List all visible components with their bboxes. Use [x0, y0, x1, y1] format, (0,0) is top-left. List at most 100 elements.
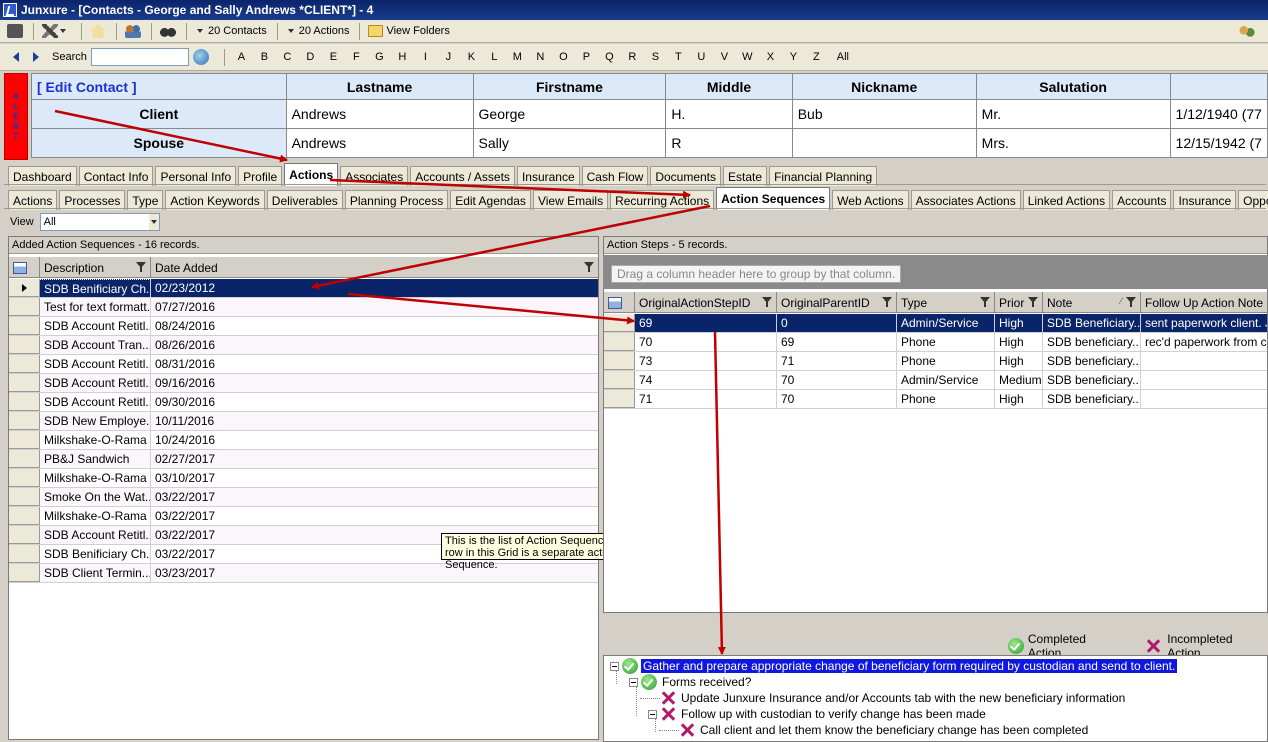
table-row[interactable]: 69 0 Admin/Service High SDB Beneficiary... se…: [604, 314, 1267, 333]
filter-icon[interactable]: [136, 262, 146, 272]
alphabet-letter-i[interactable]: I: [414, 51, 437, 63]
sequence-date-added[interactable]: 02/23/2012: [151, 279, 598, 297]
alphabet-letter-g[interactable]: G: [368, 51, 391, 63]
filter-icon[interactable]: [882, 297, 892, 307]
previous-arrow-icon[interactable]: [13, 52, 19, 62]
step-original-action-step-id[interactable]: 70: [635, 333, 777, 351]
tab-actions[interactable]: Actions: [284, 163, 339, 186]
alphabet-letter-s[interactable]: S: [644, 51, 667, 63]
actions-dropdown[interactable]: 20 Actions: [283, 22, 353, 41]
row-selector[interactable]: [9, 336, 40, 354]
sequence-date-added[interactable]: 02/27/2017: [151, 450, 598, 468]
alphabet-letter-a[interactable]: A: [230, 51, 253, 63]
tree-node-follow-up-custodian[interactable]: Follow up with custodian to verify chang…: [648, 706, 988, 722]
step-original-parent-id[interactable]: 70: [777, 390, 897, 408]
tab-estate[interactable]: Estate: [723, 166, 768, 186]
sequence-date-added[interactable]: 08/26/2016: [151, 336, 598, 354]
step-note[interactable]: SDB Beneficiary...: [1043, 314, 1141, 332]
alphabet-letter-f[interactable]: F: [345, 51, 368, 63]
camera-button[interactable]: [4, 22, 26, 41]
step-follow-up-note[interactable]: [1141, 371, 1267, 389]
sequence-description[interactable]: Milkshake-O-Rama: [40, 507, 151, 525]
filter-icon[interactable]: [1028, 297, 1038, 307]
client-dob[interactable]: 1/12/1940 (77: [1169, 99, 1268, 129]
row-selector[interactable]: [9, 488, 40, 506]
row-selector[interactable]: [9, 507, 40, 525]
step-type[interactable]: Admin/Service: [897, 371, 995, 389]
subtab-action-sequences[interactable]: Action Sequences: [716, 187, 831, 210]
table-row[interactable]: SDB Client Termin... 03/23/2017: [9, 564, 598, 583]
step-note[interactable]: SDB beneficiary...: [1043, 352, 1141, 370]
people-button[interactable]: [122, 22, 144, 41]
alphabet-letter-n[interactable]: N: [529, 51, 552, 63]
table-row[interactable]: SDB Account Tran... 08/26/2016: [9, 336, 598, 355]
sequence-description[interactable]: SDB Account Retitl...: [40, 317, 151, 335]
step-note[interactable]: SDB beneficiary...: [1043, 390, 1141, 408]
tab-insurance[interactable]: Insurance: [516, 166, 580, 186]
row-selector[interactable]: [9, 564, 40, 582]
subtab-recurring-actions[interactable]: Recurring Actions: [610, 190, 715, 210]
table-row[interactable]: SDB New Employe... 10/11/2016: [9, 412, 598, 431]
step-priority[interactable]: High: [995, 390, 1043, 408]
filter-icon[interactable]: [1126, 297, 1136, 307]
step-original-parent-id[interactable]: 0: [777, 314, 897, 332]
row-selector[interactable]: [9, 412, 40, 430]
sequence-description[interactable]: SDB Client Termin...: [40, 564, 151, 582]
step-original-action-step-id[interactable]: 73: [635, 352, 777, 370]
subtab-type[interactable]: Type: [127, 190, 164, 210]
sequence-description[interactable]: SDB Account Tran...: [40, 336, 151, 354]
sequence-date-added[interactable]: 03/23/2017: [151, 564, 598, 582]
chevron-down-icon[interactable]: [148, 214, 159, 230]
tools-button[interactable]: [39, 22, 74, 41]
table-row[interactable]: Test for text formatt... 07/27/2016: [9, 298, 598, 317]
view-select[interactable]: All: [39, 213, 160, 231]
filter-icon[interactable]: [584, 262, 594, 272]
subtab-planning-process[interactable]: Planning Process: [344, 190, 449, 210]
client-lastname[interactable]: Andrews: [285, 99, 474, 129]
table-row[interactable]: 74 70 Admin/Service Medium SDB beneficiary..…: [604, 371, 1267, 390]
row-selector[interactable]: [604, 333, 635, 351]
subtab-action-keywords[interactable]: Action Keywords: [165, 190, 265, 210]
tab-contact-info[interactable]: Contact Info: [78, 166, 154, 186]
table-row[interactable]: 71 70 Phone High SDB beneficiary...: [604, 390, 1267, 409]
tab-accounts-assets[interactable]: Accounts / Assets: [410, 166, 515, 186]
sequence-description[interactable]: Milkshake-O-Rama: [40, 431, 151, 449]
link-contacts-button[interactable]: [1236, 22, 1258, 41]
row-selector[interactable]: [9, 317, 40, 335]
tab-associates[interactable]: Associates: [340, 166, 409, 186]
step-original-parent-id[interactable]: 70: [777, 371, 897, 389]
tree-node-call-client[interactable]: Call client and let them know the benefi…: [679, 722, 1090, 738]
alphabet-letter-b[interactable]: B: [253, 51, 276, 63]
column-chooser-button[interactable]: [9, 257, 40, 278]
table-row[interactable]: 73 71 Phone High SDB beneficiary...: [604, 352, 1267, 371]
tab-profile[interactable]: Profile: [238, 166, 283, 186]
col-header-follow-up-note[interactable]: Follow Up Action Note: [1141, 292, 1267, 313]
tree-node-root[interactable]: Gather and prepare appropriate change of…: [610, 658, 1178, 674]
collapse-icon[interactable]: [610, 661, 619, 671]
step-type[interactable]: Phone: [897, 390, 995, 408]
contacts-dropdown[interactable]: 20 Contacts: [192, 22, 270, 41]
sequence-description[interactable]: SDB Account Retitl...: [40, 355, 151, 373]
alphabet-letter-c[interactable]: C: [276, 51, 299, 63]
row-selector[interactable]: [604, 352, 635, 370]
table-row[interactable]: Milkshake-O-Rama 10/24/2016: [9, 431, 598, 450]
sequence-date-added[interactable]: 03/10/2017: [151, 469, 598, 487]
subtab-associates-actions[interactable]: Associates Actions: [910, 190, 1021, 210]
collapse-icon[interactable]: [629, 677, 638, 687]
subtab-insurance[interactable]: Insurance: [1173, 190, 1237, 210]
group-by-area[interactable]: Drag a column header here to group by th…: [603, 255, 1268, 289]
alphabet-letter-e[interactable]: E: [322, 51, 345, 63]
spouse-middle[interactable]: R: [665, 128, 793, 158]
alphabet-letter-o[interactable]: O: [552, 51, 575, 63]
row-selector[interactable]: [9, 526, 40, 544]
search-input[interactable]: [90, 48, 189, 66]
col-header-note[interactable]: Note ⁄: [1043, 292, 1141, 313]
col-header-original-action-step-id[interactable]: OriginalActionStepID: [635, 292, 777, 313]
step-type[interactable]: Phone: [897, 352, 995, 370]
subtab-view-emails[interactable]: View Emails: [532, 190, 609, 210]
sequence-date-added[interactable]: 10/24/2016: [151, 431, 598, 449]
sequence-date-added[interactable]: 08/24/2016: [151, 317, 598, 335]
table-row[interactable]: SDB Account Retitl... 08/31/2016: [9, 355, 598, 374]
alphabet-letter-d[interactable]: D: [299, 51, 322, 63]
table-row[interactable]: PB&J Sandwich 02/27/2017: [9, 450, 598, 469]
